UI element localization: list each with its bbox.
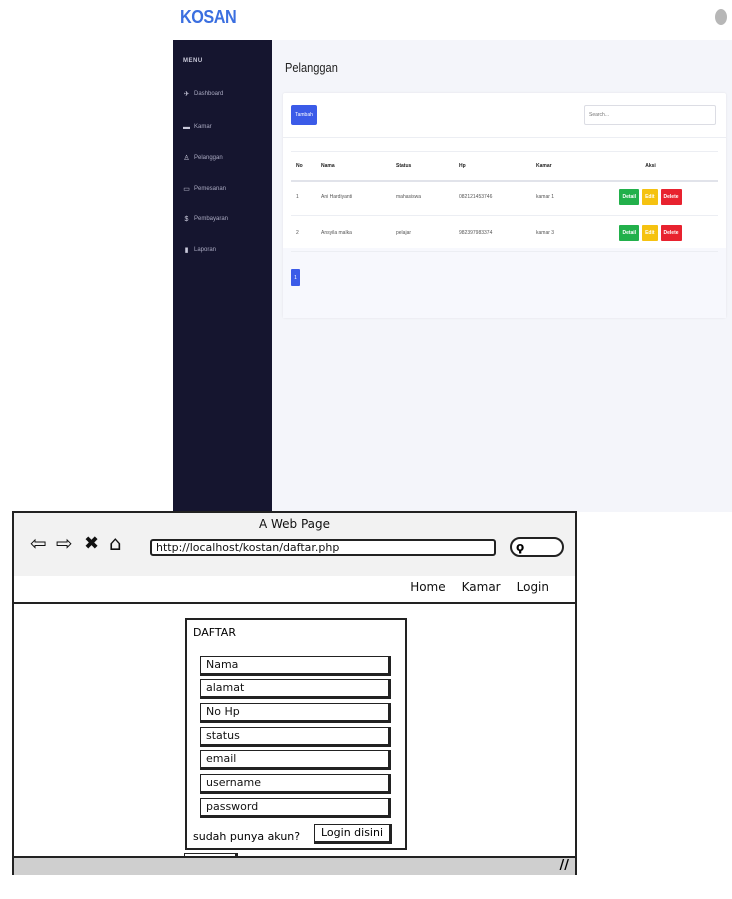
username-field[interactable]: username [200,774,391,794]
browser-search-box[interactable]: ϙ [510,537,564,557]
cell-nama: Ansyila malka [321,230,352,236]
cell-hp: 082121453746 [459,194,493,200]
status-bar: // [14,856,575,875]
nav-link-login[interactable]: Login [517,580,549,594]
detail-button[interactable]: Detail [619,189,640,205]
table-row: 2 Ansyila malka pelajar 982397983374 kam… [291,215,718,252]
register-form: DAFTAR Nama alamat No Hp status email us… [185,618,407,850]
header-kamar: Kamar [536,163,552,169]
cell-kamar: kamar 1 [536,194,555,200]
status-field[interactable]: status [200,727,391,747]
edit-button[interactable]: Edit [642,189,658,205]
nav-link-kamar[interactable]: Kamar [462,580,501,594]
sidebar-item-label: Dashboard [194,91,224,97]
pelanggan-card: Tambah No Nama Status Hp Kamar Aksi 1 An… [283,93,726,318]
alamat-field[interactable]: alamat [200,679,391,699]
edit-button[interactable]: Edit [642,225,658,241]
delete-button[interactable]: Delete [660,189,682,205]
nav-links: Home Kamar Login [410,580,549,594]
card-header: Tambah [283,93,726,138]
back-arrow-icon[interactable]: ⇦ [30,533,47,553]
file-icon: ▮ [184,247,189,254]
cell-kamar: kamar 3 [536,230,555,236]
cell-status: mahasiswa [396,194,422,200]
email-field[interactable]: email [200,750,391,770]
cell-status: pelajar [396,230,412,236]
password-field[interactable]: password [200,798,391,818]
window-title: A Web Page [258,517,331,531]
search-icon: ϙ [516,540,525,554]
cell-nama: Ani Hardiyanti [321,194,353,200]
dollar-icon: $ [184,215,189,223]
header-nama: Nama [321,163,335,169]
sidebar-item-dashboard[interactable]: ✈ Dashboard [183,88,224,100]
form-title: DAFTAR [193,626,236,639]
sidebar-item-pemesanan[interactable]: ▭ Pemesanan [183,183,226,195]
delete-button[interactable]: Delete [660,225,682,241]
sidebar: MENU ✈ Dashboard ▬ Kamar ♙ Pelanggan ▭ P… [173,40,272,512]
topbar: KOSAN [173,0,732,40]
rocket-icon: ✈ [183,91,190,98]
nav-link-home[interactable]: Home [410,580,445,594]
header-hp: Hp [459,163,466,169]
account-question: sudah punya akun? [193,830,301,843]
header-aksi: Aksi [645,163,656,169]
cell-no: 2 [296,230,299,236]
table-row: 1 Ani Hardiyanti mahasiswa 082121453746 … [291,179,718,216]
table-header-row: No Nama Status Hp Kamar Aksi [291,151,718,182]
header-no: No [296,163,303,169]
page-title: Pelanggan [285,60,338,75]
nama-field[interactable]: Nama [200,656,391,676]
cell-aksi: Detail Edit Delete [583,179,718,215]
forward-arrow-icon[interactable]: ⇨ [56,533,73,553]
sidebar-menu-title: MENU [183,58,203,64]
home-icon[interactable]: ⌂ [109,533,122,553]
sidebar-item-label: Pemesanan [194,186,227,192]
site-navbar: Home Kamar Login [14,576,575,604]
sidebar-item-laporan[interactable]: ▮ Laporan [183,244,216,256]
header-status: Status [396,163,412,169]
search-input[interactable] [584,105,716,125]
detail-button[interactable]: Detail [619,225,640,241]
no-hp-field[interactable]: No Hp [200,703,391,723]
user-icon: ♙ [183,155,190,162]
wireframe-browser-window: A Web Page ⇦ ⇨ ✖ ⌂ http://localhost/kost… [12,511,577,875]
sidebar-item-label: Pembayaran [194,216,229,222]
login-here-button[interactable]: Login disini [314,824,392,844]
close-icon[interactable]: ✖ [84,535,99,553]
pagination-page-1[interactable]: 1 [291,269,300,286]
add-button[interactable]: Tambah [291,105,317,125]
user-avatar[interactable] [715,9,727,25]
kosan-admin-screenshot: KOSAN MENU ✈ Dashboard ▬ Kamar ♙ Pelangg… [173,0,732,512]
brand-logo[interactable]: KOSAN [180,7,237,28]
sidebar-item-label: Pelanggan [194,155,223,161]
card-footer [283,248,726,318]
cart-icon: ▭ [183,186,190,193]
url-bar[interactable]: http://localhost/kostan/daftar.php [150,539,496,556]
main-content: Pelanggan Tambah No Nama Status Hp Kamar… [272,40,732,512]
sidebar-item-kamar[interactable]: ▬ Kamar [183,121,212,133]
sidebar-item-pelanggan[interactable]: ♙ Pelanggan [183,152,223,164]
cell-hp: 982397983374 [459,230,493,236]
cell-no: 1 [296,194,299,200]
sidebar-item-label: Laporan [194,247,217,253]
bed-icon: ▬ [183,123,190,131]
resize-grip-icon[interactable]: // [560,858,570,874]
cell-aksi: Detail Edit Delete [583,215,718,251]
browser-chrome: A Web Page ⇦ ⇨ ✖ ⌂ http://localhost/kost… [14,513,575,578]
sidebar-item-label: Kamar [194,124,212,130]
sidebar-item-pembayaran[interactable]: $ Pembayaran [183,213,228,225]
